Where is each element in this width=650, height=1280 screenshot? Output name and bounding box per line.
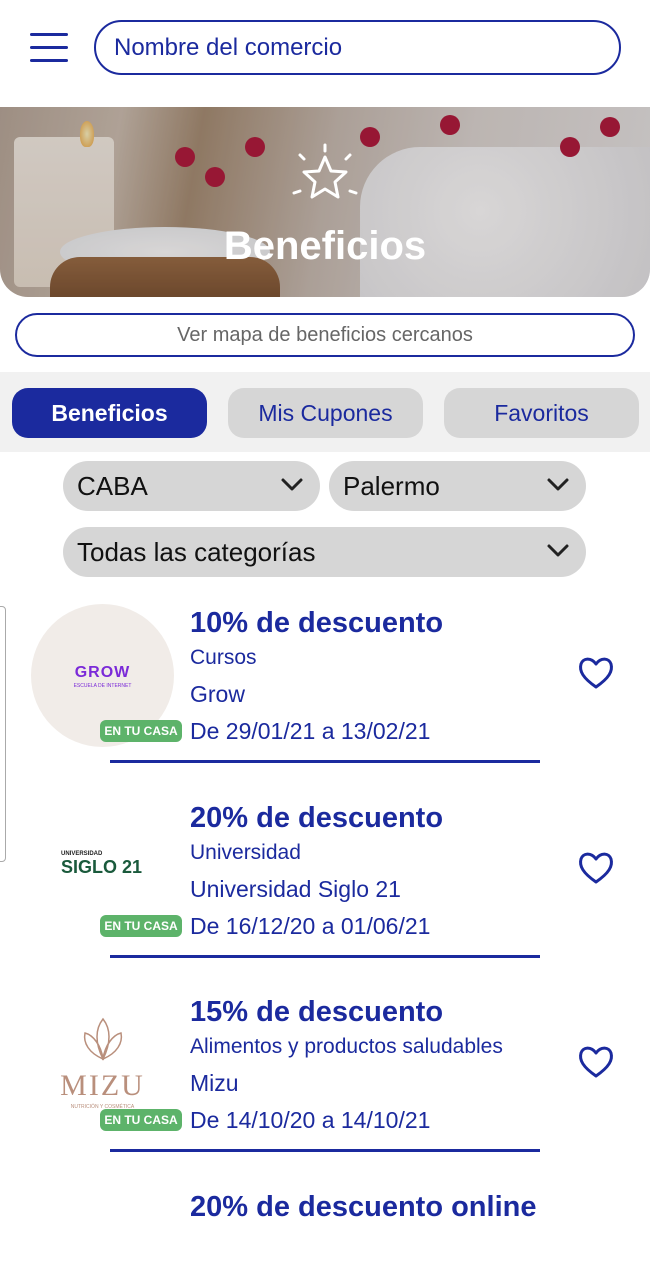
menu-icon[interactable] [30,33,68,63]
item-divider [110,955,540,958]
category-select[interactable]: Todas las categorías [63,527,586,577]
category-value: Todas las categorías [77,536,316,567]
chevron-down-icon [547,478,569,491]
benefit-title: 20% de descuento online [190,1191,537,1223]
benefit-item[interactable]: GROW ESCUELA DE INTERNET EN TU CASA 10% … [0,601,650,795]
search-input[interactable]: Nombre del comercio [94,20,621,75]
tab-favoritos[interactable]: Favoritos [444,388,639,438]
benefit-item[interactable]: MIZU NUTRICIÓN Y COSMÉTICA EN TU CASA 15… [0,990,650,1184]
benefit-dates: De 29/01/21 a 13/02/21 [190,718,431,744]
benefit-category: Universidad [190,841,301,864]
chevron-down-icon [281,478,303,491]
benefit-merchant: Mizu [190,1070,239,1096]
item-divider [110,760,540,763]
neighborhood-select[interactable]: Palermo [329,461,586,511]
nearby-map-button[interactable]: Ver mapa de beneficios cercanos [15,313,635,357]
nearby-map-label: Ver mapa de beneficios cercanos [177,323,473,346]
benefit-item[interactable]: UNIVERSIDAD SIGLO 21 EN TU CASA 20% de d… [0,796,650,990]
status-badge: EN TU CASA [100,1109,182,1131]
search-placeholder: Nombre del comercio [114,33,343,61]
favorite-heart-icon[interactable] [577,849,615,887]
favorite-heart-icon[interactable] [577,1043,615,1081]
page-title: Beneficios [223,224,427,268]
status-badge: EN TU CASA [100,720,182,742]
logo-text: MIZU [60,1069,145,1102]
favorite-heart-icon[interactable] [577,654,615,692]
benefit-category: Cursos [190,646,257,669]
province-value: CABA [77,470,148,501]
province-select[interactable]: CABA [63,461,320,511]
status-badge: EN TU CASA [100,915,182,937]
tab-beneficios[interactable]: Beneficios [12,388,207,438]
benefit-title: 15% de descuento [190,996,444,1028]
benefit-merchant: Grow [190,681,245,707]
top-bar: Nombre del comercio [0,0,650,104]
logo-subtext: ESCUELA DE INTERNET [73,683,132,689]
benefit-category: Alimentos y productos saludables [190,1035,503,1058]
benefit-merchant: Universidad Siglo 21 [190,876,401,902]
benefit-dates: De 16/12/20 a 01/06/21 [190,913,431,939]
hero-banner: Beneficios [0,107,650,297]
benefit-dates: De 14/10/20 a 14/10/21 [190,1107,431,1133]
logo-text: SIGLO 21 [61,857,143,877]
tab-mis-cupones[interactable]: Mis Cupones [228,388,423,438]
item-divider [110,1149,540,1152]
benefit-item[interactable]: 20% de descuento online [0,1185,650,1280]
benefit-title: 10% de descuento [190,607,444,639]
star-icon [292,143,358,199]
neighborhood-value: Palermo [343,470,440,501]
tabs-bar: Beneficios Mis Cupones Favoritos [0,372,650,452]
logo-text: GROW [74,664,131,681]
chevron-down-icon [547,544,569,557]
leaf-icon [83,1017,123,1061]
benefit-title: 20% de descuento [190,802,444,834]
